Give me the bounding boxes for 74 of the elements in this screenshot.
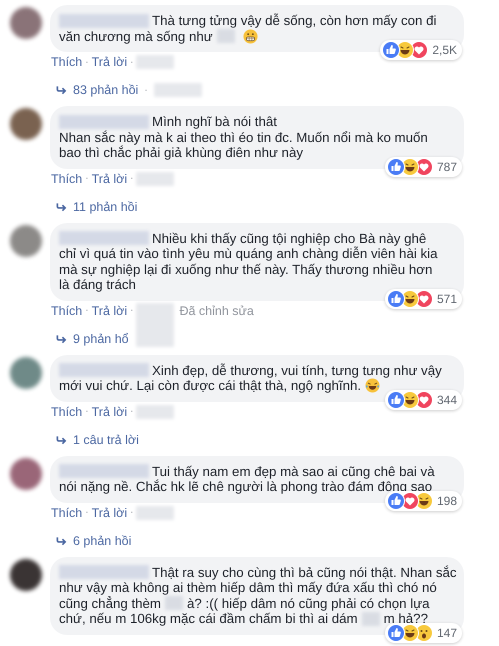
reaction-summary[interactable]: 344 — [384, 390, 462, 410]
blurred-patch — [136, 404, 174, 418]
reply-arrow-icon — [56, 434, 67, 444]
separator-dot: · — [85, 305, 89, 316]
comment-text: Thà tưng tửng vậy dễ sống, còn hơn mấy con đi — [152, 13, 436, 28]
blurred-patch — [136, 506, 174, 520]
reaction-count: 147 — [436, 624, 457, 640]
blurred-patch — [216, 29, 235, 44]
separator-dot: · — [130, 406, 134, 417]
reaction-count: 2,5K — [432, 42, 457, 58]
edited-note: Đã chỉnh sửa — [179, 304, 254, 318]
comment-text: văn chương mà sống như — [59, 28, 213, 44]
replies-link[interactable]: 83 phản hồi — [73, 83, 138, 97]
comment-text: Nhan sắc này mà k ai theo thì éo tin đc. Muốn nổi mà ko muốn — [59, 130, 428, 145]
separator-dot: · — [85, 507, 89, 518]
blurred-patch — [136, 55, 174, 69]
action-link[interactable]: Trả lời — [92, 506, 128, 520]
comment-text: Mình nghĩ bà nói thât — [152, 114, 277, 130]
action-link[interactable]: Thích — [51, 506, 82, 520]
avatar[interactable] — [10, 558, 42, 590]
reply-arrow-icon — [56, 202, 67, 212]
comment-text: Xinh đẹp, dễ thương, vui tính, tưng tưng như vậy — [152, 362, 442, 378]
action-link[interactable]: Thích — [51, 55, 82, 69]
reaction-summary[interactable]: 198 — [384, 490, 462, 510]
reaction-summary[interactable]: 787 — [384, 156, 462, 176]
reaction-count: 198 — [436, 492, 457, 508]
reaction-count: 787 — [436, 158, 457, 174]
replies-link[interactable]: 1 câu trả lời — [73, 432, 139, 446]
comment-text: Nhiều khi thấy cũng tội nghiệp cho Bà này ghê — [152, 230, 426, 246]
blurred-patch — [362, 612, 380, 626]
separator-dot: · — [130, 173, 134, 184]
comment-text: là đáng trách — [59, 277, 136, 292]
action-link[interactable]: Trả lời — [92, 55, 128, 69]
comment-text: Tui thấy nam em đẹp mà sao ai cũng chê bai và — [152, 464, 435, 479]
reply-arrow-icon — [56, 536, 67, 546]
comment-text: chứ, nếu m 106kg mặc cái đầm chấm bi thì ai dám — [59, 611, 358, 626]
action-link[interactable]: Thích — [51, 172, 82, 186]
blurred-patch — [136, 302, 174, 346]
grinning-face-icon — [242, 28, 258, 44]
separator-dot: · — [130, 56, 134, 68]
comment-text: mới vui chứ. Lại còn được cái thật thà, ngộ nghĩnh. — [59, 378, 362, 394]
separator-dot: · — [85, 406, 89, 417]
comment-text: mà sự nghiệp lại đi xuống như thế này. Thấy thương nhiều hơn — [59, 262, 432, 277]
comment-text: như vậy mà không ai thèm hiếp dâm thì mấy đứa xấu thì chó nó — [59, 580, 437, 596]
replies-link[interactable]: 11 phản hồi — [73, 200, 138, 214]
comment-text: Thật ra suy cho cùng thì bả cũng nói thật. Nhan sắc — [152, 564, 457, 580]
comment-text: bao thì chắc phải giả khùng điên như này — [59, 145, 303, 160]
action-link[interactable]: Thích — [51, 404, 82, 418]
reaction-summary[interactable]: 571 — [384, 288, 462, 308]
reaction-count: 571 — [436, 290, 457, 306]
blurred-patch — [136, 172, 174, 186]
blurred-patch — [154, 83, 202, 97]
separator-dot: · — [144, 84, 148, 96]
action-link[interactable]: Thích — [51, 304, 82, 318]
separator-dot: · — [85, 173, 89, 184]
replies-link[interactable]: 6 phản hồi — [73, 534, 132, 548]
comment-text: cũng chẳng thèm — [59, 596, 162, 611]
replies-link[interactable]: 9 phản hổ — [73, 332, 129, 346]
comment-text: chỉ vì quá tin vào tình yêu mù quáng anh chàng diễn viên hài kia — [59, 246, 438, 262]
reply-arrow-icon — [56, 85, 67, 95]
laughing-face-icon — [365, 378, 380, 394]
separator-dot: · — [85, 56, 89, 68]
action-link[interactable]: Trả lời — [92, 404, 128, 418]
separator-dot: · — [130, 507, 134, 518]
separator-dot: · — [130, 305, 134, 316]
action-link[interactable]: Trả lời — [92, 304, 128, 318]
reaction-summary[interactable]: 147 — [384, 622, 462, 642]
blurred-patch — [165, 596, 184, 610]
action-link[interactable]: Trả lời — [92, 172, 128, 186]
reaction-summary[interactable]: 2,5K — [380, 40, 462, 60]
comment-text: à? :(( hiếp dâm nó cũng phải có chọn lựa — [187, 596, 430, 611]
avatar[interactable] — [10, 108, 42, 140]
reaction-count: 344 — [436, 392, 457, 408]
reply-arrow-icon — [56, 334, 67, 344]
